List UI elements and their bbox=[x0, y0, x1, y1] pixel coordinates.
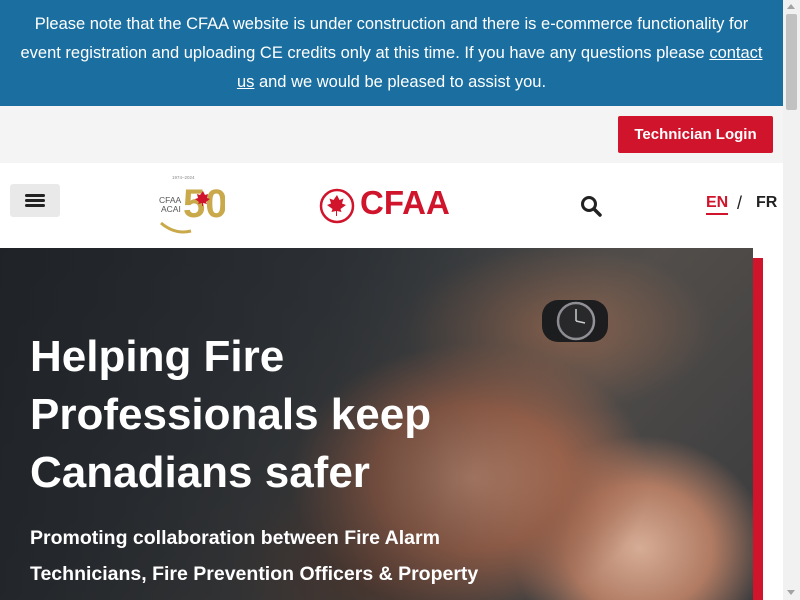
language-fr-link[interactable]: FR bbox=[756, 194, 777, 212]
scroll-thumb[interactable] bbox=[786, 14, 797, 110]
notice-banner: Please note that the CFAA website is und… bbox=[0, 0, 783, 106]
technician-login-button[interactable]: Technician Login bbox=[618, 116, 773, 153]
vertical-scrollbar[interactable] bbox=[783, 0, 800, 600]
language-separator: / bbox=[737, 193, 743, 213]
notice-text-before: Please note that the CFAA website is und… bbox=[20, 15, 749, 62]
hero-subtitle: Promoting collaboration between Fire Ala… bbox=[30, 527, 479, 585]
utility-bar: Technician Login bbox=[0, 106, 783, 163]
search-icon[interactable] bbox=[580, 195, 602, 217]
page: Please note that the CFAA website is und… bbox=[0, 0, 783, 600]
notice-text-after: and we would be pleased to assist you. bbox=[254, 73, 547, 91]
site-header: 1974–2024 50 CFAA ACAI CFAA EN / FR bbox=[0, 163, 783, 248]
cfaa-brand-logo[interactable]: CFAA bbox=[318, 184, 478, 225]
language-en-link[interactable]: EN bbox=[706, 194, 729, 215]
anniversary-line2: ACAI bbox=[161, 204, 181, 214]
hamburger-menu-icon[interactable] bbox=[10, 184, 60, 217]
hero-title: Helping Fire Professionals keep Canadian… bbox=[30, 332, 432, 497]
hero-section: Helping Fire Professionals keep Canadian… bbox=[0, 248, 753, 600]
cfaa-50th-anniversary-logo[interactable]: 1974–2024 50 CFAA ACAI bbox=[155, 173, 225, 237]
cfaa-logo-text: CFAA bbox=[360, 184, 450, 221]
hero-accent-bar bbox=[753, 258, 763, 600]
anniversary-number: 50 bbox=[183, 182, 225, 226]
cfaa-emblem-icon bbox=[319, 188, 355, 224]
anniversary-years: 1974–2024 bbox=[172, 175, 195, 180]
scroll-up-arrow-icon[interactable] bbox=[787, 4, 795, 9]
scroll-down-arrow-icon[interactable] bbox=[787, 590, 795, 595]
